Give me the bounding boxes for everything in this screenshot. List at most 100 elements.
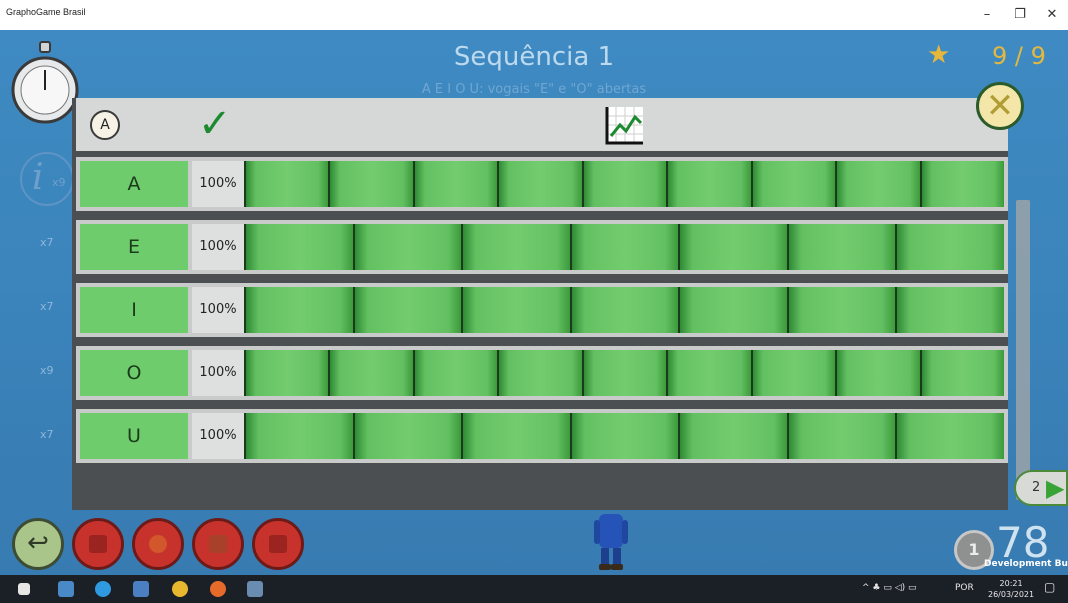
row-percent: 100% [192,287,244,333]
progress-segment [569,224,679,270]
window-title-bar: GraphoGame Brasil – ❐ ✕ [0,0,1068,30]
progress-segment [678,287,787,333]
bag-button[interactable] [252,518,304,570]
close-icon: ✕ [985,86,1015,126]
progress-segment [461,413,570,459]
clock[interactable]: 20:21 26/03/2021 [988,578,1034,600]
progress-segment [581,350,667,396]
progress-segment [666,161,751,207]
score-counter: 9 / 9 [992,42,1046,70]
letter-progress-row: E 100% [76,220,1008,274]
letter-sound-button[interactable]: A [90,110,120,140]
firefox-icon[interactable] [210,581,226,597]
progress-segment [750,161,836,207]
house-icon [209,535,227,553]
progress-segment [569,413,679,459]
progress-segment [352,224,462,270]
progress-segment [678,413,787,459]
clock-time: 20:21 [999,579,1023,588]
home-button[interactable] [192,518,244,570]
game-area: Sequência 1 A E I O U: vogais "E" e "O" … [0,30,1068,575]
multiplier-label: x7 [40,300,54,313]
arrow-right-icon: ▶ [1046,474,1065,502]
row-percent: 100% [192,413,244,459]
window-title: GraphoGame Brasil [6,7,86,17]
progress-segment [497,161,582,207]
development-build-label: Development Build [984,559,1068,569]
taskbar: ^ ♣ ▭ ◁) ▭ POR 20:21 26/03/2021 ▢ [0,575,1068,603]
progress-segment [895,413,1005,459]
window-close-button[interactable]: ✕ [1040,5,1064,25]
avatar-button[interactable] [132,518,184,570]
letter-progress-row: U 100% [76,409,1008,463]
star-icon: ★ [927,40,951,70]
bag-icon [269,535,287,553]
progress-segment [497,350,582,396]
edge-browser-icon[interactable] [95,581,111,597]
progress-panel: A ✓ A 100% E 100% I 100% O 100% U 100% [72,98,1008,510]
windows-start-icon[interactable] [18,583,30,595]
progress-segment [895,224,1005,270]
progress-segment [461,224,570,270]
multiplier-label: x7 [40,428,54,441]
progress-segment [919,350,1004,396]
info-count: x9 [52,176,66,189]
checkmark-icon[interactable]: ✓ [198,102,232,146]
progress-segment [244,224,353,270]
book-icon [89,535,107,553]
progress-panel-header: A ✓ [76,98,1008,151]
info-button[interactable]: i x9 [20,152,74,206]
letter-progress-row: O 100% [76,346,1008,400]
progress-segment [412,350,498,396]
graphogame-app-icon[interactable] [247,581,263,597]
progress-segment [412,161,498,207]
progress-segment [750,350,836,396]
info-icon: i [32,157,44,198]
tray-icons[interactable]: ^ ♣ ▭ ◁) ▭ [862,583,917,593]
multiplier-label: x9 [40,364,54,377]
row-progress-bar [244,287,1005,333]
progress-segment [678,224,787,270]
sequence-subtitle: A E I O U: vogais "E" e "O" abertas [421,82,647,97]
progress-segment [786,224,896,270]
row-letter: A [80,161,188,207]
sequence-title: Sequência 1 [453,42,615,72]
progress-segment [786,413,896,459]
back-arrow-icon: ↩ [27,528,49,558]
back-button[interactable]: ↩ [12,518,64,570]
row-letter: I [80,287,188,333]
book-button[interactable] [72,518,124,570]
chrome-icon[interactable] [172,581,188,597]
progress-segment [786,287,896,333]
progress-segment [835,161,920,207]
file-explorer-icon[interactable] [58,581,74,597]
progress-segment [895,287,1005,333]
clock-date: 26/03/2021 [988,590,1035,599]
row-progress-bar [244,350,1004,396]
progress-segment [666,350,751,396]
progress-segment [352,413,462,459]
character-figure [594,514,628,570]
notifications-icon[interactable]: ▢ [1044,580,1055,594]
row-percent: 100% [192,350,244,396]
progress-segment [244,161,329,207]
row-letter: U [80,413,188,459]
progress-segment [461,287,570,333]
row-progress-bar [244,224,1005,270]
progress-segment [569,287,679,333]
progress-segment [919,161,1004,207]
row-letter: O [80,350,188,396]
minimize-button[interactable]: – [975,5,999,25]
next-page-button[interactable]: 2 ▶ [1014,470,1068,506]
progress-segment [328,161,413,207]
restore-button[interactable]: ❐ [1008,5,1032,25]
graph-icon[interactable] [603,103,647,147]
progress-segment [244,350,329,396]
progress-segment [581,161,667,207]
scrollbar[interactable] [1016,200,1030,500]
close-panel-button[interactable]: ✕ [976,82,1024,130]
multiplier-label: x7 [40,236,54,249]
language-indicator[interactable]: POR [955,583,974,593]
mail-icon[interactable] [133,581,149,597]
row-percent: 100% [192,161,244,207]
